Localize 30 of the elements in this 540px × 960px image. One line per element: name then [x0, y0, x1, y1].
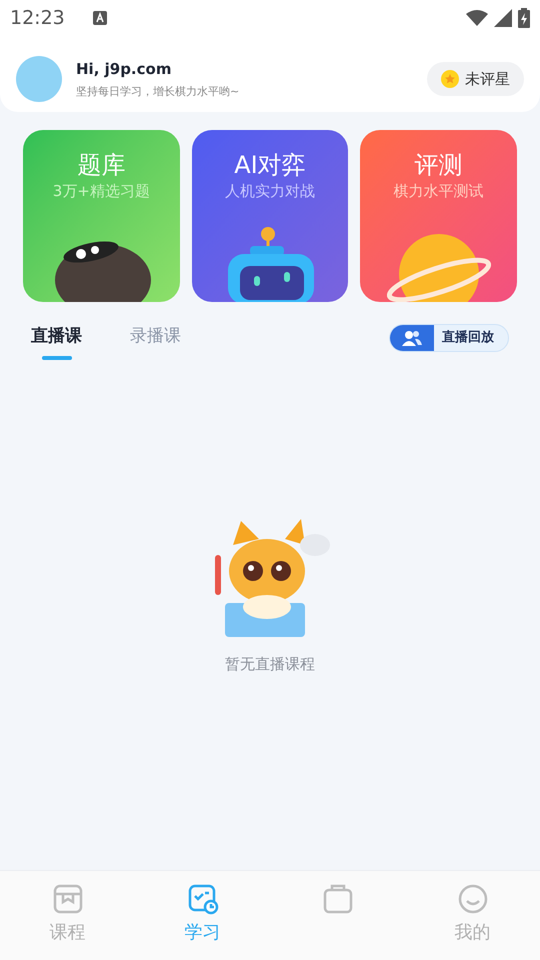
people-icon: [402, 330, 422, 346]
empty-message: 暂无直播课程: [225, 654, 315, 675]
avatar[interactable]: [16, 56, 62, 102]
keyboard-a-icon: [92, 11, 107, 25]
subtitle: 坚持每日学习，增长棋力水平哟~: [76, 84, 240, 100]
greeting: Hi, j9p.com: [76, 59, 172, 80]
card-title: 评测: [414, 150, 463, 180]
card-subtitle: 3万+精选习题: [52, 181, 150, 202]
smile-icon: [456, 883, 488, 915]
card-subtitle: 人机实力对战: [224, 181, 315, 202]
feature-card[interactable]: AI对弈 人机实力对战: [192, 130, 348, 302]
battery-icon: [518, 8, 530, 28]
rating-badge[interactable]: 未评星: [427, 62, 524, 96]
wifi-icon: [466, 10, 488, 26]
card-title: AI对弈: [234, 150, 306, 180]
status-time: 12:23: [10, 6, 65, 31]
card-title: 题库: [77, 150, 126, 180]
nav-tab[interactable]: 我的: [405, 883, 540, 946]
bag-icon: [322, 883, 354, 915]
course-tab[interactable]: 直播课: [31, 324, 82, 360]
nav-tab[interactable]: 学习: [135, 883, 270, 946]
signal-icon: [494, 9, 512, 27]
feature-card[interactable]: 评测 棋力水平测试: [360, 130, 517, 302]
card-subtitle: 棋力水平测试: [394, 181, 484, 202]
checklist-clock-icon: [186, 883, 218, 915]
book-icon: [52, 883, 84, 915]
feature-card[interactable]: 题库 3万+精选习题: [23, 130, 180, 302]
replay-button[interactable]: 直播回放: [389, 324, 509, 352]
nav-tab[interactable]: 课程: [0, 883, 135, 946]
course-tab[interactable]: 录播课: [130, 324, 181, 360]
